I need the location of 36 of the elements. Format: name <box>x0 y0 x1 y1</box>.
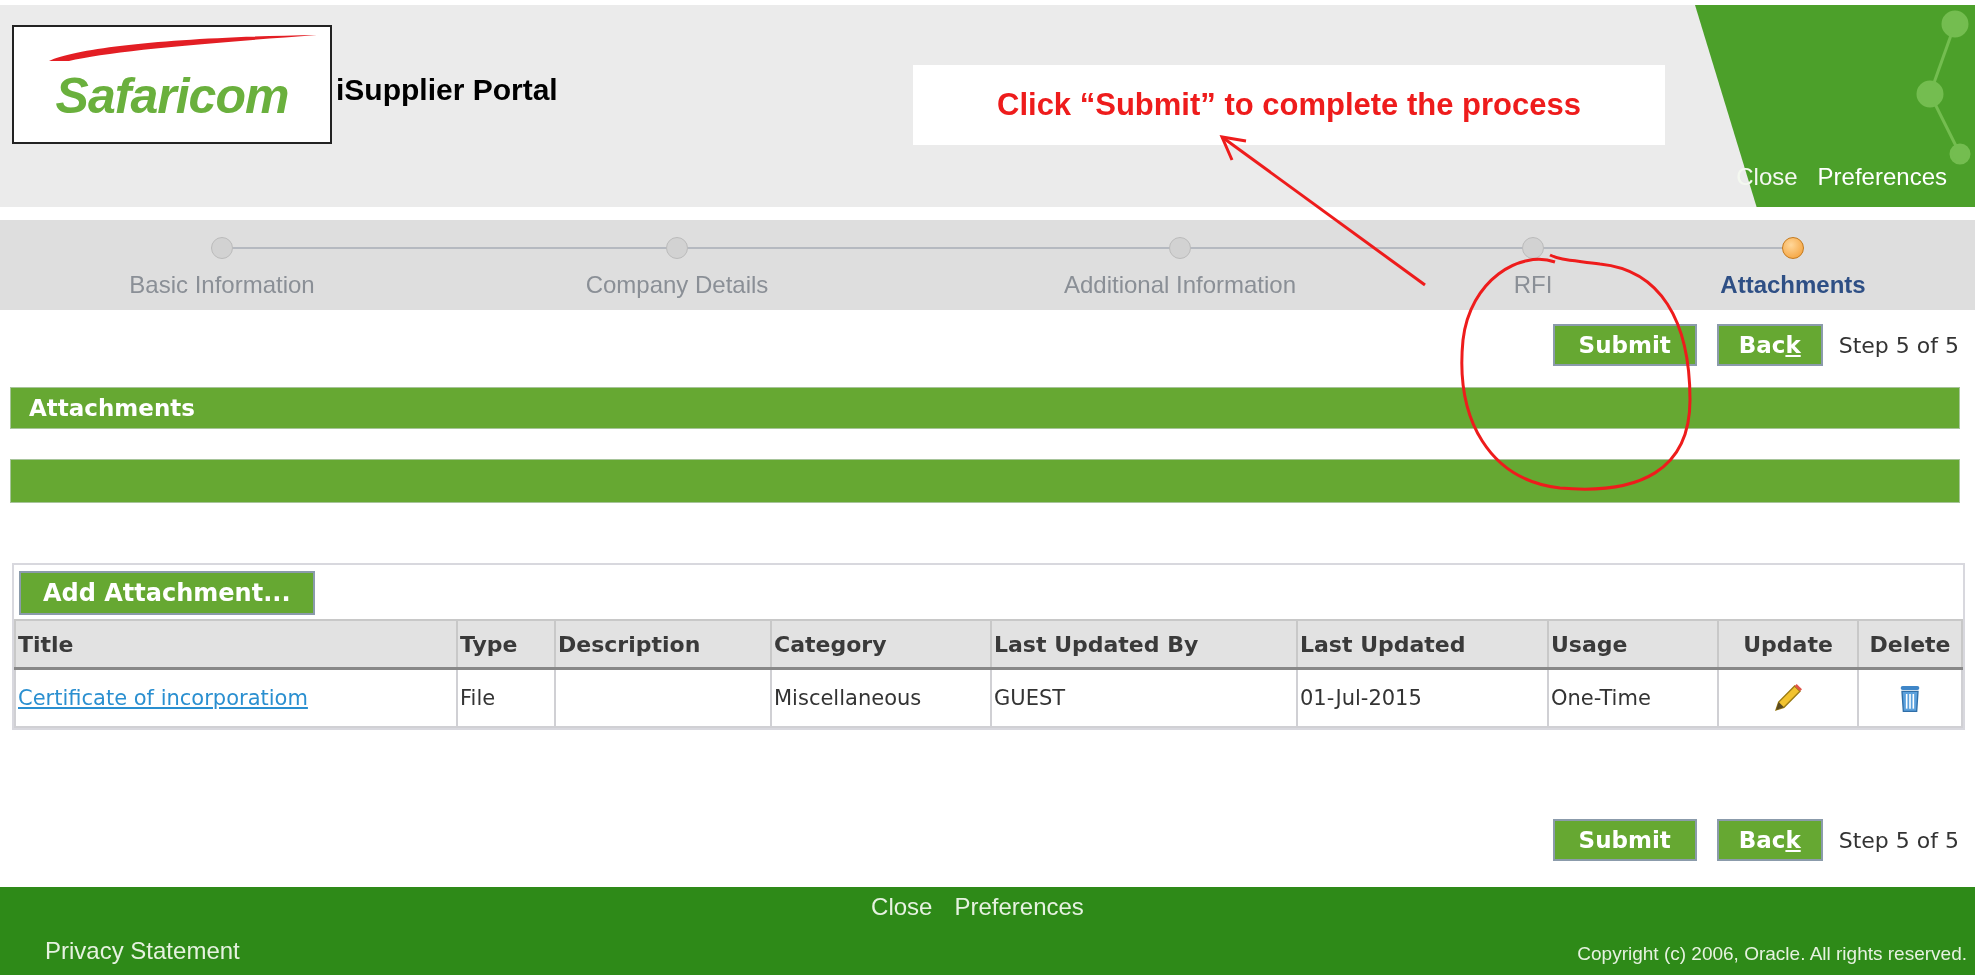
column-header: Category <box>771 620 991 669</box>
column-header: Description <box>555 620 771 669</box>
table-cell: One-Time <box>1551 686 1651 710</box>
column-header: Usage <box>1548 620 1718 669</box>
privacy-link[interactable]: Privacy Statement <box>45 937 240 965</box>
portal-title: iSupplier Portal <box>336 73 558 107</box>
footer-link[interactable]: Close <box>871 893 933 921</box>
column-header: Type <box>457 620 555 669</box>
footer-link[interactable]: Preferences <box>954 893 1084 921</box>
column-header: Delete <box>1858 620 1962 669</box>
table-cell: File <box>460 686 496 710</box>
step-label[interactable]: Company Details <box>585 271 769 299</box>
callout-text: Click “Submit” to complete the process <box>997 87 1581 123</box>
step-label[interactable]: Basic Information <box>129 271 315 299</box>
step-label[interactable]: Attachments <box>1720 271 1866 299</box>
table-cell: GUEST <box>994 686 1066 710</box>
header-link[interactable]: Preferences <box>1817 163 1947 191</box>
pencil-icon[interactable] <box>1772 682 1804 714</box>
column-header: Last Updated By <box>991 620 1297 669</box>
step-label[interactable]: Additional Information <box>1063 271 1297 299</box>
copyright-text: Copyright (c) 2006, Oracle. All rights reserved. <box>1577 943 1967 965</box>
back-button[interactable]: Back <box>1716 819 1823 861</box>
submit-button[interactable]: Submit <box>1552 819 1697 861</box>
column-header: Update <box>1718 620 1858 669</box>
section-title: Attachments <box>28 395 195 421</box>
column-header: Title <box>15 620 457 669</box>
step-label[interactable]: RFI <box>1513 271 1553 299</box>
table-cell: 01-Jul-2015 <box>1300 686 1422 710</box>
logo-text: Safaricom <box>55 66 289 125</box>
step-counter: Step 5 of 5 <box>1838 827 1959 853</box>
submit-button[interactable]: Submit <box>1552 324 1697 366</box>
column-header: Last Updated <box>1297 620 1548 669</box>
step-counter: Step 5 of 5 <box>1838 332 1959 358</box>
back-button[interactable]: Back <box>1716 324 1823 366</box>
table-cell: Miscellaneous <box>774 686 922 710</box>
add-attachment-button[interactable]: Add Attachment... <box>19 571 315 615</box>
